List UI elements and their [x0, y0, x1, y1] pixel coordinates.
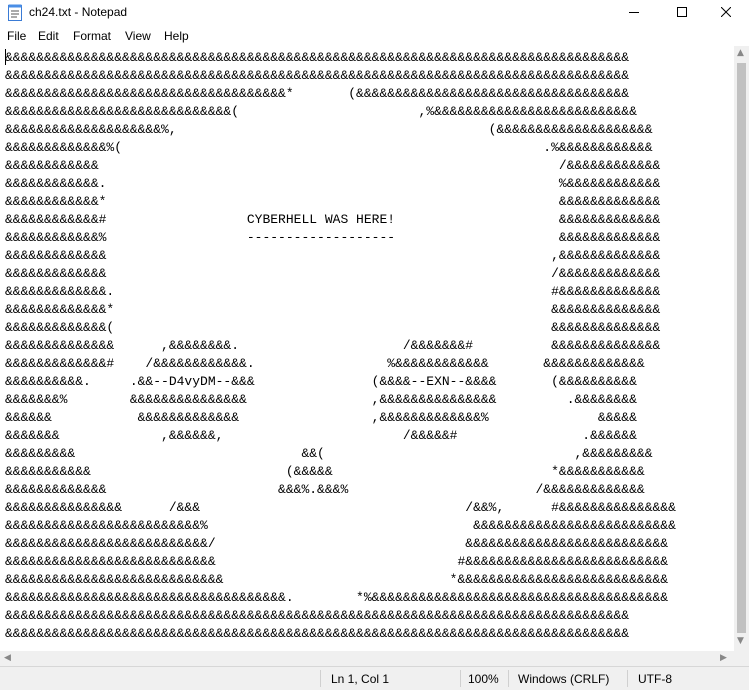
menu-bar: File Edit Format View Help	[0, 26, 749, 46]
close-icon	[720, 4, 732, 22]
text-editor[interactable]: &&&&&&&&&&&&&&&&&&&&&&&&&&&&&&&&&&&&&&&&…	[0, 46, 734, 651]
menu-file[interactable]: File	[7, 29, 26, 43]
notepad-icon	[8, 4, 22, 21]
menu-edit[interactable]: Edit	[38, 29, 59, 43]
status-divider	[508, 670, 509, 687]
zoom-level: 100%	[468, 672, 499, 686]
status-divider	[460, 670, 461, 687]
scroll-up-icon[interactable]: ▲	[737, 48, 744, 58]
close-button[interactable]	[703, 0, 749, 26]
line-ending: Windows (CRLF)	[518, 672, 610, 686]
scroll-left-icon[interactable]: ◀	[4, 653, 11, 663]
status-divider	[320, 670, 321, 687]
menu-view[interactable]: View	[125, 29, 151, 43]
vertical-scroll-thumb[interactable]	[737, 63, 746, 633]
minimize-icon	[629, 4, 639, 22]
title-bar: ch24.txt - Notepad	[0, 0, 749, 26]
document-text[interactable]: &&&&&&&&&&&&&&&&&&&&&&&&&&&&&&&&&&&&&&&&…	[5, 49, 676, 643]
scrollbar-corner	[734, 651, 749, 666]
text-caret	[5, 49, 6, 65]
cursor-position: Ln 1, Col 1	[331, 672, 390, 686]
minimize-button[interactable]	[611, 0, 657, 26]
status-divider	[627, 670, 628, 687]
vertical-scrollbar[interactable]: ▲ ▼	[734, 46, 749, 651]
window-title: ch24.txt - Notepad	[29, 5, 128, 19]
scroll-right-icon[interactable]: ▶	[720, 653, 727, 663]
menu-format[interactable]: Format	[73, 29, 111, 43]
menu-help[interactable]: Help	[164, 29, 189, 43]
horizontal-scrollbar[interactable]: ◀ ▶	[0, 651, 734, 666]
maximize-icon	[677, 4, 687, 22]
maximize-button[interactable]	[659, 0, 705, 26]
encoding: UTF-8	[638, 672, 672, 686]
status-bar: Ln 1, Col 1 100% Windows (CRLF) UTF-8	[0, 666, 749, 690]
scroll-down-icon[interactable]: ▼	[737, 636, 744, 646]
